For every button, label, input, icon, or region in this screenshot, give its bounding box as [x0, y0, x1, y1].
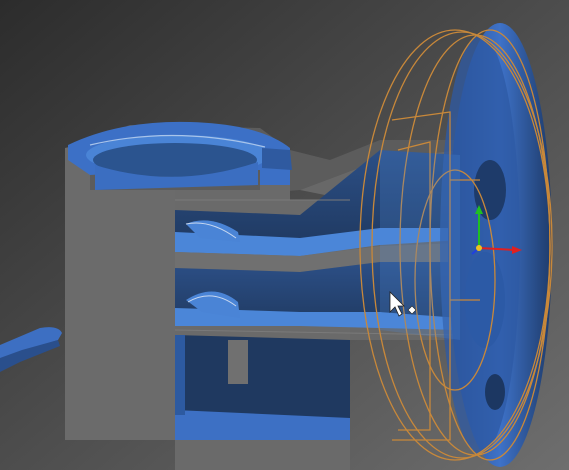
section-plane	[380, 150, 460, 340]
cad-3d-viewport[interactable]	[0, 0, 569, 470]
bottom-cavity[interactable]	[175, 335, 350, 440]
viewport-canvas[interactable]	[0, 0, 569, 470]
triad-origin-icon	[476, 245, 482, 251]
